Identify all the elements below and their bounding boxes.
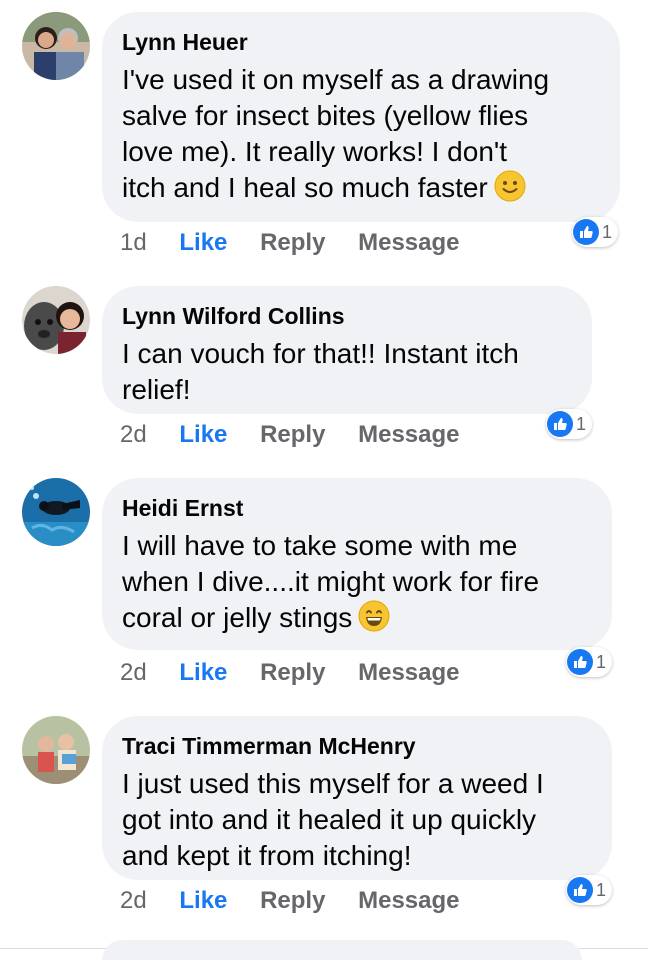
like-button[interactable]: Like: [179, 421, 227, 448]
comment-author[interactable]: Lynn Wilford Collins: [122, 302, 570, 330]
comments-thread: Lynn Heuer I've used it on myself as a d…: [0, 0, 648, 960]
like-button[interactable]: Like: [179, 887, 227, 914]
message-button[interactable]: Message: [358, 229, 459, 256]
comment-bubble: Lynn Wilford Collins I can vouch for tha…: [102, 286, 592, 414]
thumbs-up-icon: [567, 877, 593, 903]
avatar[interactable]: [22, 286, 90, 354]
next-comment-bubble: [102, 940, 582, 960]
comment-body: I can vouch for that!! Instant itch reli…: [122, 338, 519, 405]
reaction-badge[interactable]: 1: [572, 217, 619, 247]
comment-body: I've used it on myself as a drawing salv…: [122, 64, 550, 203]
reaction-badge[interactable]: 1: [546, 409, 593, 439]
message-button[interactable]: Message: [358, 421, 459, 448]
like-button[interactable]: Like: [179, 229, 227, 256]
grinning-face-icon: [358, 600, 390, 632]
like-button[interactable]: Like: [179, 659, 227, 686]
comment-timestamp[interactable]: 1d: [120, 229, 147, 256]
reply-button[interactable]: Reply: [260, 229, 325, 256]
thumbs-up-icon: [567, 649, 593, 675]
reaction-badge[interactable]: 1: [566, 647, 613, 677]
reply-button[interactable]: Reply: [260, 421, 325, 448]
slightly-smiling-face-icon: [494, 170, 526, 202]
reply-button[interactable]: Reply: [260, 887, 325, 914]
message-button[interactable]: Message: [358, 887, 459, 914]
reaction-count: 1: [602, 221, 613, 242]
thumbs-up-icon: [573, 219, 599, 245]
comment-actions: 1d Like Reply Message: [120, 228, 486, 258]
comment-body: I just used this myself for a weed I got…: [122, 768, 544, 871]
avatar[interactable]: [22, 716, 90, 784]
comment-actions: 2d Like Reply Message: [120, 420, 486, 450]
comment-bubble: Heidi Ernst I will have to take some wit…: [102, 478, 612, 650]
comment-body: I will have to take some with me when I …: [122, 530, 540, 633]
comment-author[interactable]: Heidi Ernst: [122, 494, 590, 522]
comment-actions: 2d Like Reply Message: [120, 658, 486, 688]
comment-text: I've used it on myself as a drawing salv…: [122, 62, 598, 206]
comment-author[interactable]: Lynn Heuer: [122, 28, 598, 56]
avatar[interactable]: [22, 12, 90, 80]
reaction-count: 1: [596, 651, 607, 672]
comment-timestamp[interactable]: 2d: [120, 421, 147, 448]
thumbs-up-icon: [547, 411, 573, 437]
reaction-badge[interactable]: 1: [566, 875, 613, 905]
reaction-count: 1: [596, 879, 607, 900]
comment-actions: 2d Like Reply Message: [120, 886, 486, 916]
avatar[interactable]: [22, 478, 90, 546]
reaction-count: 1: [576, 413, 587, 434]
comment-timestamp[interactable]: 2d: [120, 659, 147, 686]
comment-text: I will have to take some with me when I …: [122, 528, 590, 636]
message-button[interactable]: Message: [358, 659, 459, 686]
comment-bubble: Lynn Heuer I've used it on myself as a d…: [102, 12, 620, 222]
comment-bubble: Traci Timmerman McHenry I just used this…: [102, 716, 612, 880]
comment-author[interactable]: Traci Timmerman McHenry: [122, 732, 590, 760]
reply-button[interactable]: Reply: [260, 659, 325, 686]
comment-timestamp[interactable]: 2d: [120, 887, 147, 914]
